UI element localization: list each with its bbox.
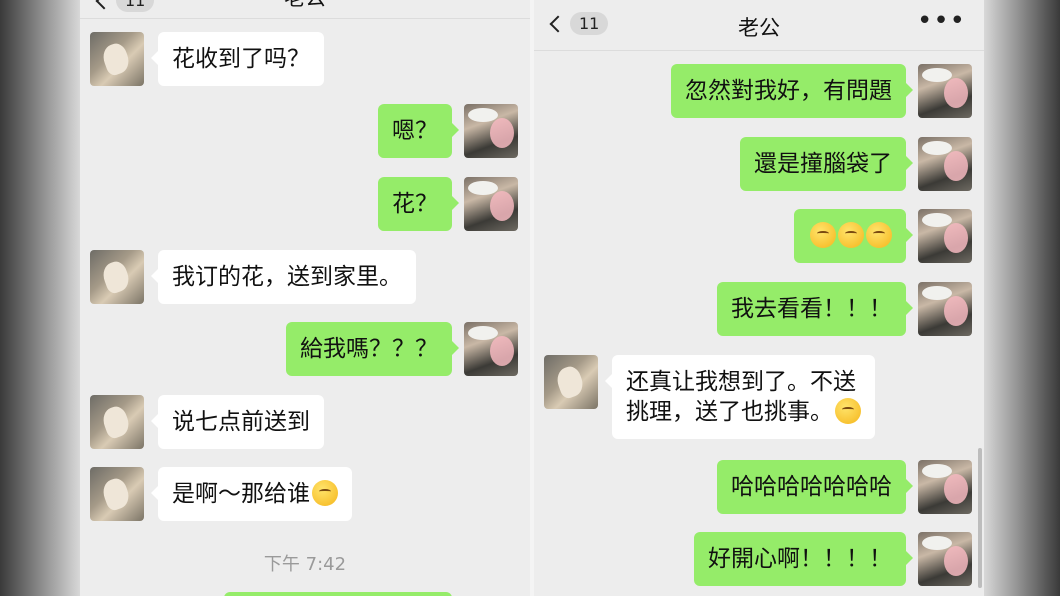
contact-avatar[interactable]: [90, 467, 144, 521]
contact-avatar[interactable]: [90, 32, 144, 86]
my-avatar[interactable]: [918, 209, 972, 263]
my-avatar[interactable]: [918, 282, 972, 336]
chat-panel-left: 11 老公 ••• 花收到了吗？ 嗯？ 花？ 我订的花，送到家里。 給我嗎？？？…: [80, 0, 530, 596]
received-message[interactable]: 我订的花，送到家里。: [151, 250, 416, 304]
chat-header: 11 老公 •••: [534, 0, 984, 51]
emoji-thinking-icon: [838, 222, 864, 248]
my-avatar[interactable]: [918, 64, 972, 118]
emoji-hmm-icon: [835, 398, 861, 424]
sent-message[interactable]: 我去看看！！！: [717, 282, 913, 336]
more-dots-icon[interactable]: •••: [463, 0, 512, 10]
sent-message[interactable]: 哈哈哈哈哈哈哈: [717, 460, 913, 514]
contact-avatar[interactable]: [544, 355, 598, 409]
sent-message-emoji[interactable]: [794, 209, 913, 263]
sent-message[interactable]: 嗯？: [378, 104, 459, 158]
emoji-thinking-icon: [810, 222, 836, 248]
received-message[interactable]: 花收到了吗？: [151, 32, 324, 86]
emoji-thinking-icon: [866, 222, 892, 248]
message-text: 是啊～那给谁: [172, 481, 310, 507]
message-line: 还真让我想到了。不送: [626, 369, 856, 395]
sent-message-partial: [224, 592, 452, 596]
scrollbar[interactable]: [978, 448, 982, 588]
my-avatar[interactable]: [918, 137, 972, 191]
message-line-with-emoji: 挑理，送了也挑事。: [626, 397, 861, 427]
emoji-thinking-icon: [312, 480, 338, 506]
sent-message[interactable]: 好開心啊！！！！: [694, 532, 913, 586]
contact-avatar[interactable]: [90, 250, 144, 304]
my-avatar[interactable]: [464, 177, 518, 231]
contact-avatar[interactable]: [90, 395, 144, 449]
my-avatar[interactable]: [918, 460, 972, 514]
chat-header: 11 老公 •••: [80, 0, 530, 19]
sent-message[interactable]: 花？: [378, 177, 459, 231]
message-line: 挑理，送了也挑事。: [626, 399, 833, 425]
backdrop-right: [984, 0, 1060, 596]
my-avatar[interactable]: [464, 104, 518, 158]
sent-message[interactable]: 給我嗎？？？: [286, 322, 459, 376]
received-message[interactable]: 是啊～那给谁: [151, 467, 352, 521]
my-avatar[interactable]: [918, 532, 972, 586]
chat-panel-right: 11 老公 ••• 忽然對我好，有問題 還是撞腦袋了 我去看看！！！ 还真让我想…: [534, 0, 984, 596]
sent-message[interactable]: 還是撞腦袋了: [740, 137, 913, 191]
received-message[interactable]: 说七点前送到: [151, 395, 324, 449]
received-message[interactable]: 还真让我想到了。不送 挑理，送了也挑事。: [605, 355, 875, 439]
backdrop-left: [0, 0, 80, 596]
my-avatar[interactable]: [464, 322, 518, 376]
more-dots-icon[interactable]: •••: [917, 8, 966, 34]
sent-message[interactable]: 忽然對我好，有問題: [671, 64, 913, 118]
message-timestamp: 下午 7:42: [263, 554, 347, 575]
